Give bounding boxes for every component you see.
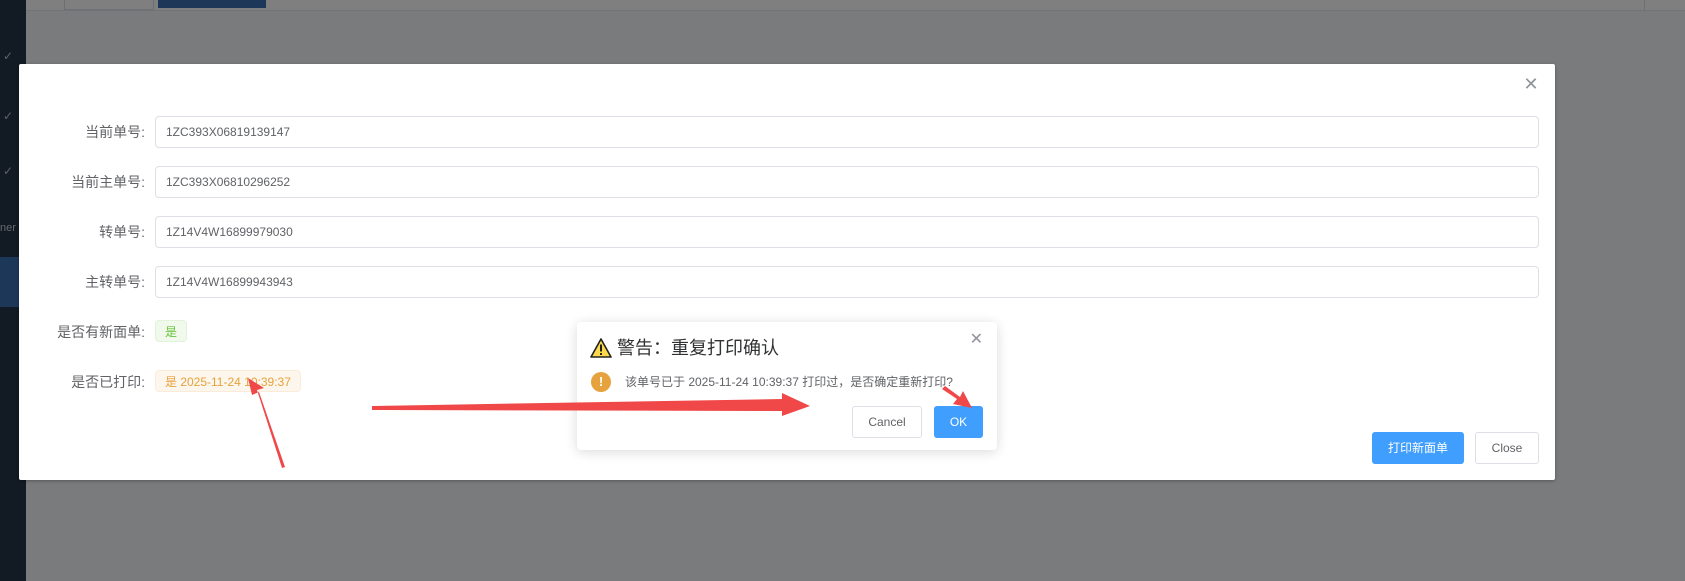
cancel-button[interactable]: Cancel: [852, 406, 922, 438]
dialog-message: 该单号已于 2025-11-24 10:39:37 打印过，是否确定重新打印?: [625, 375, 953, 389]
close-icon[interactable]: ✕: [970, 332, 983, 348]
field-label: 是否有新面单:: [57, 324, 145, 340]
form-row-master-transfer-number: 主转单号: 1Z14V4W16899943943: [19, 266, 1555, 298]
warning-triangle-icon: [590, 338, 612, 358]
close-button[interactable]: Close: [1475, 432, 1539, 464]
field-label: 是否已打印:: [71, 374, 145, 390]
form-row-transfer-number: 转单号: 1Z14V4W16899979030: [19, 216, 1555, 248]
form-row-current-master-number: 当前主单号: 1ZC393X06810296252: [19, 166, 1555, 198]
exclamation-circle-icon: !: [591, 372, 611, 392]
close-icon[interactable]: ✕: [1523, 75, 1539, 93]
has-new-label-tag: 是: [155, 320, 188, 342]
printed-status-tag: 是 2025-11-24 10:39:37: [155, 370, 301, 392]
form-row-current-number: 当前单号: 1ZC393X06819139147: [19, 116, 1555, 148]
master-transfer-number-field[interactable]: 1Z14V4W16899943943: [155, 266, 1539, 298]
current-number-field[interactable]: 1ZC393X06819139147: [155, 116, 1539, 148]
field-label: 主转单号:: [85, 274, 145, 290]
current-master-number-field[interactable]: 1ZC393X06810296252: [155, 166, 1539, 198]
field-label: 转单号:: [99, 224, 145, 240]
reprint-confirm-dialog: 警告：重复打印确认 ✕ ! 该单号已于 2025-11-24 10:39:37 …: [577, 322, 997, 450]
field-label: 当前主单号:: [71, 174, 145, 190]
print-new-label-button[interactable]: 打印新面单: [1372, 432, 1464, 464]
dialog-title-text: 警告：重复打印确认: [617, 338, 779, 358]
transfer-number-field[interactable]: 1Z14V4W16899979030: [155, 216, 1539, 248]
field-label: 当前单号:: [85, 124, 145, 140]
ok-button[interactable]: OK: [934, 406, 983, 438]
